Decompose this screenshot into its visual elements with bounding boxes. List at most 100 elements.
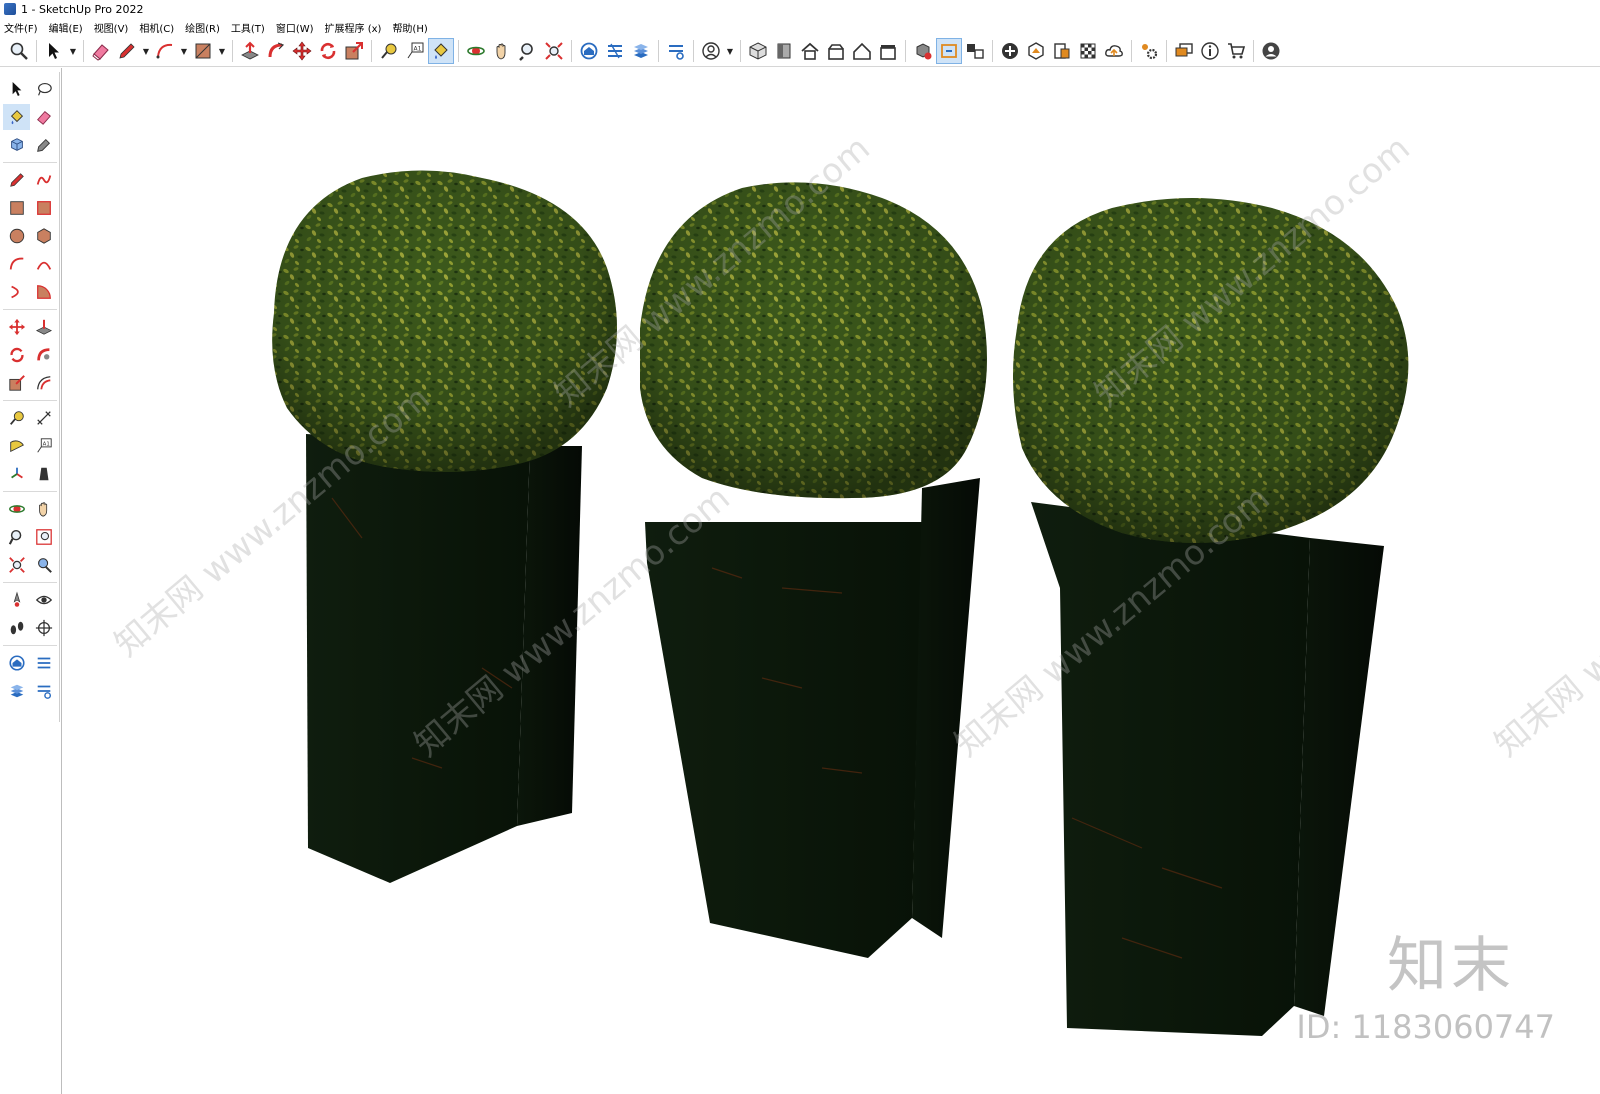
select-icon[interactable] — [3, 76, 30, 102]
three-point-arc-icon[interactable] — [3, 279, 30, 305]
user-icon[interactable] — [1258, 38, 1284, 64]
axes-icon[interactable] — [3, 461, 30, 487]
push-pull-icon[interactable] — [237, 38, 263, 64]
section-display-icon[interactable] — [962, 38, 988, 64]
settings-icon[interactable] — [1136, 38, 1162, 64]
lasso-select-icon[interactable] — [30, 76, 57, 102]
make-component-icon[interactable] — [3, 132, 30, 158]
menu-view[interactable]: 视图(V) — [94, 20, 129, 35]
menu-edit[interactable]: 编辑(E) — [49, 20, 83, 35]
paint-bucket-icon[interactable] — [428, 38, 454, 64]
select-dropdown-icon[interactable]: ▼ — [67, 38, 79, 64]
house-icon[interactable] — [797, 38, 823, 64]
extension-warehouse-icon[interactable] — [30, 650, 57, 676]
dimension-icon[interactable] — [30, 405, 57, 431]
warehouse-icon[interactable] — [3, 650, 30, 676]
two-point-arc-icon[interactable] — [30, 251, 57, 277]
styles-icon[interactable] — [30, 678, 57, 704]
look-around-icon[interactable] — [30, 587, 57, 613]
follow-me-icon[interactable] — [30, 342, 57, 368]
rotate-icon[interactable] — [315, 38, 341, 64]
message-icon[interactable] — [1171, 38, 1197, 64]
menu-window[interactable]: 窗口(W) — [276, 20, 314, 35]
polygon-icon[interactable] — [30, 223, 57, 249]
3d-text-icon[interactable] — [30, 461, 57, 487]
orbit-icon[interactable] — [463, 38, 489, 64]
iso-view-icon[interactable] — [745, 38, 771, 64]
zoom-icon[interactable] — [515, 38, 541, 64]
top-view-icon[interactable] — [823, 38, 849, 64]
pencil-line-icon[interactable] — [3, 167, 30, 193]
section-plane-icon[interactable] — [936, 38, 962, 64]
account-icon[interactable] — [698, 38, 724, 64]
zoom-extents-2-icon[interactable] — [541, 38, 567, 64]
rectangle-icon[interactable] — [3, 195, 30, 221]
layout-icon[interactable] — [3, 678, 30, 704]
account-dropdown-icon[interactable]: ▼ — [724, 38, 736, 64]
back-view-icon[interactable] — [875, 38, 901, 64]
rotated-rectangle-icon[interactable] — [30, 195, 57, 221]
line-dropdown-icon[interactable]: ▼ — [140, 38, 152, 64]
scale-icon[interactable] — [3, 370, 30, 396]
push-pull-icon[interactable] — [30, 314, 57, 340]
move-icon[interactable] — [289, 38, 315, 64]
planter-1[interactable] — [272, 170, 617, 884]
xray-icon[interactable] — [1075, 38, 1101, 64]
zoom-extents-icon[interactable] — [3, 552, 30, 578]
tape-measure-icon[interactable] — [3, 405, 30, 431]
position-camera-icon[interactable] — [3, 587, 30, 613]
layout-icon[interactable] — [628, 38, 654, 64]
tag-icon[interactable] — [30, 132, 57, 158]
zoom-icon[interactable] — [3, 524, 30, 550]
arc-icon[interactable] — [3, 251, 30, 277]
text-icon[interactable]: A1 — [30, 433, 57, 459]
menu-file[interactable]: 文件(F) — [4, 20, 38, 35]
select-icon[interactable] — [41, 38, 67, 64]
orbit-icon[interactable] — [3, 496, 30, 522]
rectangle-icon[interactable] — [190, 38, 216, 64]
solid-tools-icon[interactable] — [910, 38, 936, 64]
rotate-icon[interactable] — [3, 342, 30, 368]
menu-draw[interactable]: 绘图(R) — [185, 20, 220, 35]
add-location-icon[interactable] — [997, 38, 1023, 64]
follow-me-icon[interactable] — [263, 38, 289, 64]
zoom-window-icon[interactable] — [30, 524, 57, 550]
previous-view-icon[interactable] — [30, 552, 57, 578]
cart-icon[interactable] — [1223, 38, 1249, 64]
tape-measure-icon[interactable] — [376, 38, 402, 64]
protractor-icon[interactable] — [3, 433, 30, 459]
move-icon[interactable] — [3, 314, 30, 340]
zoom-extents-icon[interactable] — [6, 38, 32, 64]
freehand-icon[interactable] — [30, 167, 57, 193]
offset-icon[interactable] — [30, 370, 57, 396]
model-viewport[interactable]: 知末网 www.znzmo.com 知末网 www.znzmo.com 知末网 … — [61, 68, 1600, 1094]
pan-icon[interactable] — [489, 38, 515, 64]
menu-tools[interactable]: 工具(T) — [231, 20, 265, 35]
menu-camera[interactable]: 相机(C) — [139, 20, 174, 35]
front-view-icon[interactable] — [771, 38, 797, 64]
extension-warehouse-icon[interactable] — [602, 38, 628, 64]
pie-icon[interactable] — [30, 279, 57, 305]
arc-icon[interactable] — [152, 38, 178, 64]
circle-icon[interactable] — [3, 223, 30, 249]
scale-icon[interactable] — [341, 38, 367, 64]
arc-dropdown-icon[interactable]: ▼ — [178, 38, 190, 64]
eraser-icon[interactable] — [30, 104, 57, 130]
walk-icon[interactable] — [3, 615, 30, 641]
warehouse-icon[interactable] — [576, 38, 602, 64]
text-icon[interactable]: A1 — [402, 38, 428, 64]
terrain-icon[interactable] — [1023, 38, 1049, 64]
menu-help[interactable]: 帮助(H) — [392, 20, 427, 35]
photo-texture-icon[interactable] — [1049, 38, 1075, 64]
paint-bucket-icon[interactable] — [3, 104, 30, 130]
info-icon[interactable] — [1197, 38, 1223, 64]
menu-extensions[interactable]: 扩展程序 (x) — [325, 20, 382, 35]
section-plane-icon[interactable] — [30, 615, 57, 641]
shape-dropdown-icon[interactable]: ▼ — [216, 38, 228, 64]
styles-icon[interactable] — [663, 38, 689, 64]
right-view-icon[interactable] — [849, 38, 875, 64]
pencil-line-icon[interactable] — [114, 38, 140, 64]
pan-icon[interactable] — [30, 496, 57, 522]
cloud-icon[interactable] — [1101, 38, 1127, 64]
eraser-icon[interactable] — [88, 38, 114, 64]
